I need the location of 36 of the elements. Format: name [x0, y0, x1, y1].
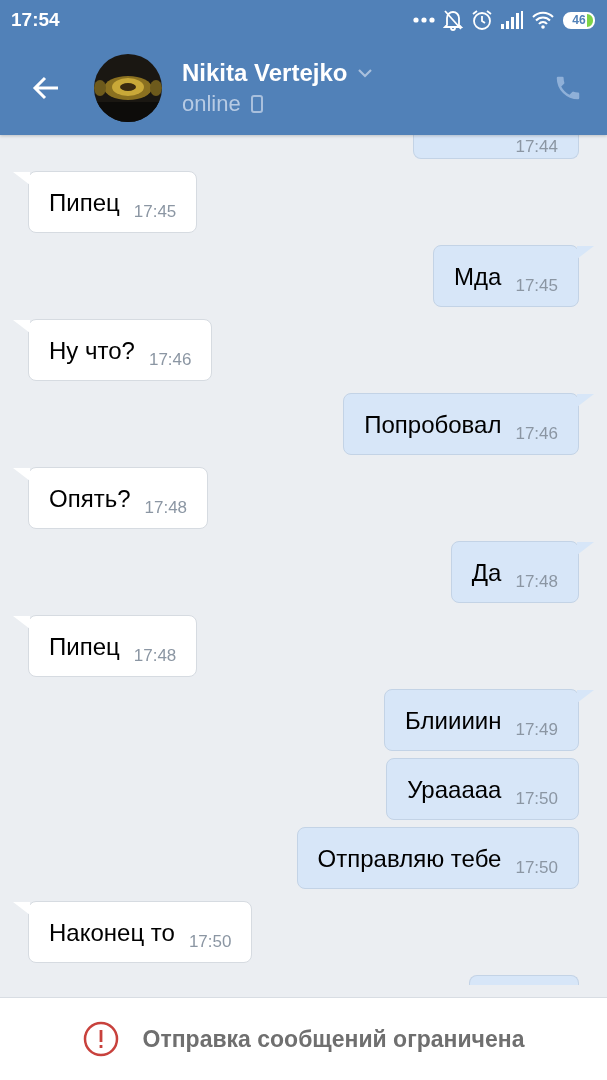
- message-time: 17:48: [144, 498, 188, 518]
- battery-indicator: 46: [563, 11, 595, 29]
- message-text: Ну что?: [49, 336, 135, 366]
- message-time: 17:50: [188, 932, 232, 952]
- message-time: 17:46: [515, 424, 558, 444]
- message-time: 17:45: [133, 202, 177, 222]
- message-time: 17:49: [515, 720, 558, 740]
- chevron-down-icon[interactable]: [357, 67, 374, 78]
- message-text: Да: [471, 558, 502, 588]
- message-text: Отправляю тебе: [317, 844, 502, 874]
- notice-text: Отправка сообщений ограничена: [142, 1025, 525, 1053]
- message-time: 17:48: [515, 572, 558, 592]
- message-text: Пипец: [49, 632, 120, 662]
- contact-name[interactable]: Nikita Vertejko: [182, 58, 348, 87]
- message-text: Мда: [454, 262, 502, 292]
- message-text: Наконец то: [49, 918, 175, 948]
- phone-device-icon: [250, 94, 263, 113]
- message-time: 17:46: [148, 350, 192, 370]
- signal-icon: [501, 11, 523, 29]
- warning-icon: [82, 1021, 119, 1057]
- status-time: 17:54: [11, 9, 60, 31]
- message-time: 17:50: [515, 789, 558, 809]
- more-icon: [413, 17, 435, 23]
- muted-bell-icon: [443, 9, 463, 31]
- message-text: Опять?: [49, 484, 131, 514]
- message-text: Блиииин: [405, 706, 502, 736]
- message-time: 17:45: [515, 276, 558, 296]
- alarm-icon: [471, 9, 493, 31]
- message-text: Урааааа: [407, 775, 502, 805]
- message-text: Пипец: [49, 188, 120, 218]
- message-time: 17:44: [515, 136, 558, 157]
- online-status: online: [182, 90, 241, 117]
- message-time: 17:48: [133, 646, 177, 666]
- message-time: 17:50: [515, 858, 558, 878]
- wifi-icon: [531, 11, 555, 29]
- message-text: Попробовал: [364, 410, 502, 440]
